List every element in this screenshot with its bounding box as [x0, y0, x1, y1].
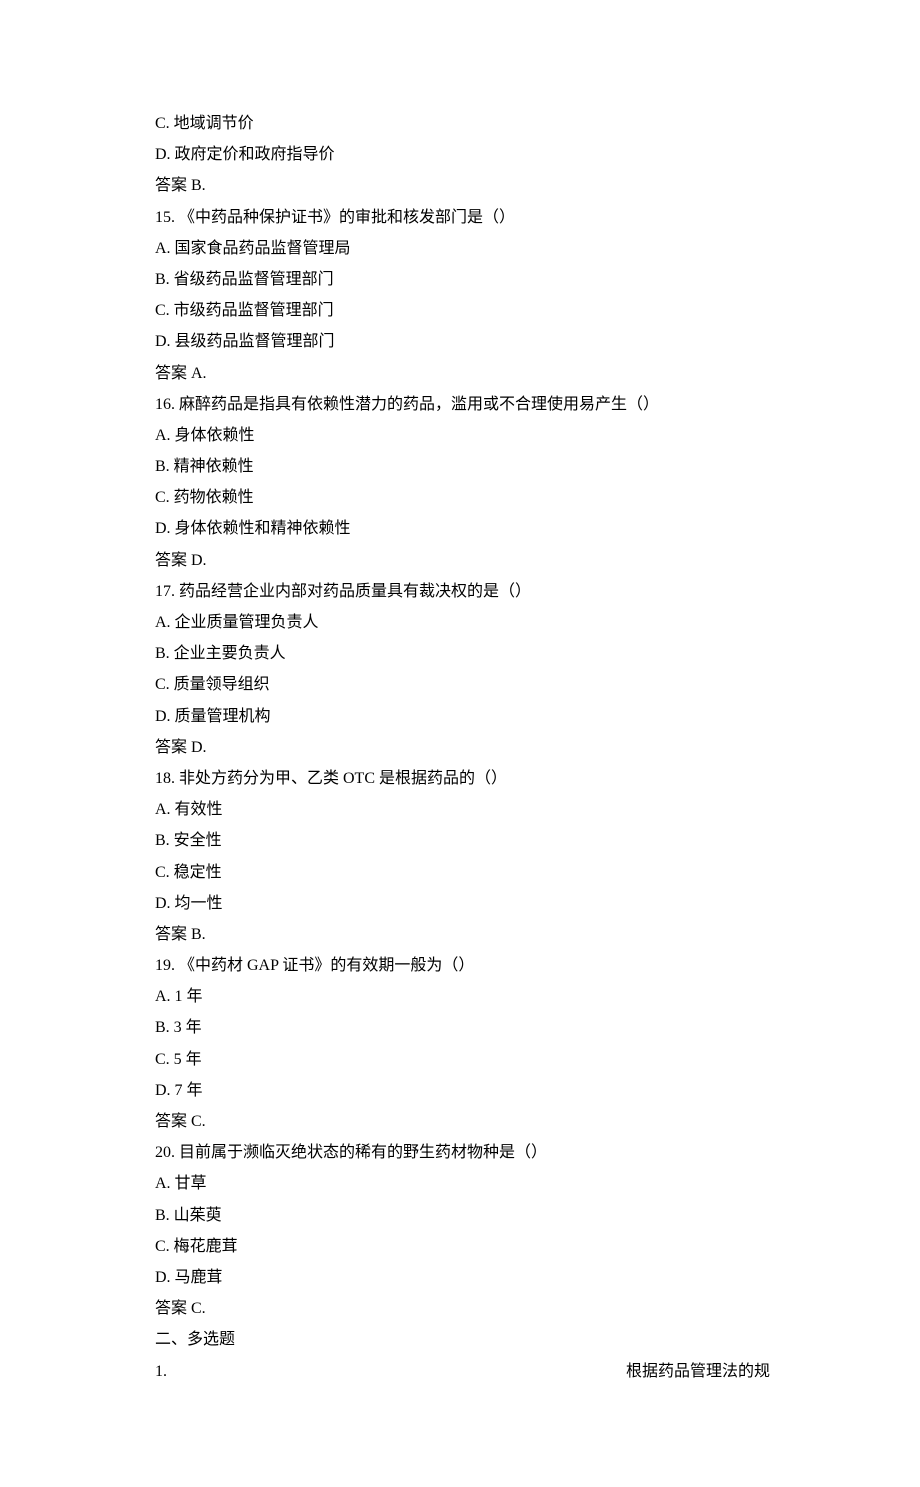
question-19-option-b: B. 3 年 [155, 1012, 770, 1043]
question-20-option-d: D. 马鹿茸 [155, 1262, 770, 1293]
question-20-stem: 20. 目前属于濒临灭绝状态的稀有的野生药材物种是（） [155, 1137, 770, 1168]
answer-14: 答案 B. [155, 170, 770, 201]
option-d: D. 政府定价和政府指导价 [155, 139, 770, 170]
section-2-question-1-text: 根据药品管理法的规 [626, 1356, 770, 1387]
question-16-option-c: C. 药物依赖性 [155, 482, 770, 513]
question-18-option-a: A. 有效性 [155, 794, 770, 825]
answer-18: 答案 B. [155, 919, 770, 950]
question-19-option-a: A. 1 年 [155, 981, 770, 1012]
question-18-option-d: D. 均一性 [155, 888, 770, 919]
question-19-stem: 19. 《中药材 GAP 证书》的有效期一般为（） [155, 950, 770, 981]
section-2-question-1-row: 1. 根据药品管理法的规 [155, 1356, 770, 1387]
question-20-option-c: C. 梅花鹿茸 [155, 1231, 770, 1262]
question-17-stem: 17. 药品经营企业内部对药品质量具有裁决权的是（） [155, 576, 770, 607]
question-15-option-b: B. 省级药品监督管理部门 [155, 264, 770, 295]
question-15-stem: 15. 《中药品种保护证书》的审批和核发部门是（） [155, 202, 770, 233]
question-18-option-b: B. 安全性 [155, 825, 770, 856]
option-c: C. 地域调节价 [155, 108, 770, 139]
answer-16: 答案 D. [155, 545, 770, 576]
question-17-option-c: C. 质量领导组织 [155, 669, 770, 700]
question-16-stem: 16. 麻醉药品是指具有依赖性潜力的药品，滥用或不合理使用易产生（） [155, 389, 770, 420]
section-2-title: 二、多选题 [155, 1324, 770, 1355]
answer-17: 答案 D. [155, 732, 770, 763]
answer-15: 答案 A. [155, 358, 770, 389]
section-2-question-1-number: 1. [155, 1356, 167, 1387]
question-16-option-d: D. 身体依赖性和精神依赖性 [155, 513, 770, 544]
question-15-option-a: A. 国家食品药品监督管理局 [155, 233, 770, 264]
question-16-option-a: A. 身体依赖性 [155, 420, 770, 451]
question-20-option-a: A. 甘草 [155, 1168, 770, 1199]
document-page: C. 地域调节价 D. 政府定价和政府指导价 答案 B. 15. 《中药品种保护… [0, 0, 920, 1487]
question-19-option-d: D. 7 年 [155, 1075, 770, 1106]
question-17-option-a: A. 企业质量管理负责人 [155, 607, 770, 638]
question-16-option-b: B. 精神依赖性 [155, 451, 770, 482]
answer-19: 答案 C. [155, 1106, 770, 1137]
question-18-stem: 18. 非处方药分为甲、乙类 OTC 是根据药品的（） [155, 763, 770, 794]
answer-20: 答案 C. [155, 1293, 770, 1324]
question-15-option-d: D. 县级药品监督管理部门 [155, 326, 770, 357]
question-15-option-c: C. 市级药品监督管理部门 [155, 295, 770, 326]
question-17-option-d: D. 质量管理机构 [155, 701, 770, 732]
question-20-option-b: B. 山茱萸 [155, 1200, 770, 1231]
question-18-option-c: C. 稳定性 [155, 857, 770, 888]
question-19-option-c: C. 5 年 [155, 1044, 770, 1075]
question-17-option-b: B. 企业主要负责人 [155, 638, 770, 669]
